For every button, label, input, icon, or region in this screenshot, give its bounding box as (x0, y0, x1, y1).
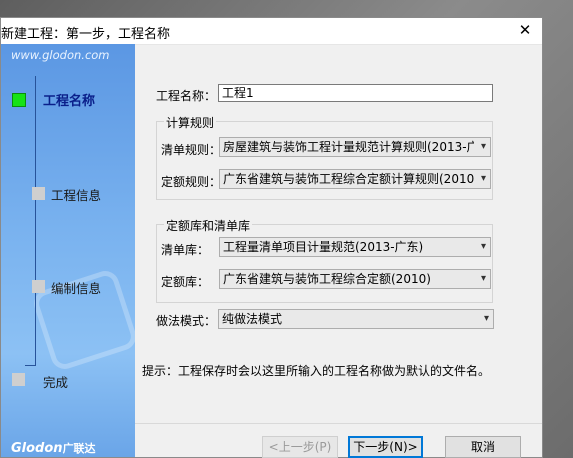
project-name-input[interactable]: 工程1 (218, 84, 493, 102)
libraries-group: 定额库和清单库 清单库： 工程量清单项目计量规范(2013-广东) ▾ 定额库：… (156, 217, 493, 303)
title-bar: 新建工程：第一步，工程名称 ✕ (1, 18, 542, 45)
step-indicator (12, 373, 25, 386)
bill-lib-value: 工程量清单项目计量规范(2013-广东) (223, 240, 424, 254)
method-mode-select[interactable]: 纯做法模式 ▾ (218, 309, 494, 329)
wizard-content: 工程名称： 工程1 计算规则 清单规则： 房屋建筑与装饰工程计量规范计算规则(2… (135, 44, 542, 458)
chevron-down-icon: ▾ (480, 141, 486, 152)
brand-name-cn: 广联达 (62, 442, 96, 455)
step-indicator (32, 280, 45, 293)
button-separator (135, 423, 542, 424)
method-mode-label: 做法模式： (156, 314, 217, 328)
method-mode-value: 纯做法模式 (222, 312, 283, 326)
quota-rule-value: 广东省建筑与装饰工程综合定额计算规则(2010) (223, 172, 474, 186)
close-icon[interactable]: ✕ (514, 20, 536, 40)
quota-rule-select[interactable]: 广东省建筑与装饰工程综合定额计算规则(2010) ▾ (219, 169, 491, 189)
bill-rule-label: 清单规则： (161, 143, 222, 157)
step-label-compile-info: 编制信息 (51, 281, 102, 296)
chevron-down-icon: ▾ (480, 173, 486, 184)
chevron-down-icon: ▾ (483, 313, 489, 324)
brand-name: Glodon (11, 441, 63, 456)
project-name-label: 工程名称： (156, 89, 217, 103)
calc-rules-group: 计算规则 清单规则： 房屋建筑与装饰工程计量规范计算规则(2013-广东) ▾ … (156, 114, 493, 200)
chevron-down-icon: ▾ (480, 241, 486, 252)
hint-text: 提示：工程保存时会以这里所输入的工程名称做为默认的文件名。 (142, 364, 491, 378)
next-step-button[interactable]: 下一步(N)> (348, 436, 423, 458)
step-connector-line (35, 76, 36, 365)
step-connector-tick (25, 365, 36, 366)
step-indicator-active (12, 93, 26, 107)
quota-rule-label: 定额规则： (161, 175, 222, 189)
wizard-sidebar: www.glodon.com 工程名称 工程信息 编制信息 完成 Glodon广… (1, 44, 135, 457)
glodon-brand-logo: Glodon广联达 (11, 440, 96, 456)
step-label-finish: 完成 (43, 375, 69, 390)
libraries-title: 定额库和清单库 (164, 217, 253, 234)
calc-rules-title: 计算规则 (164, 114, 217, 131)
website-text: www.glodon.com (11, 48, 110, 62)
bill-rule-value: 房屋建筑与装饰工程计量规范计算规则(2013-广东) (223, 140, 474, 154)
chevron-down-icon: ▾ (480, 273, 486, 284)
bill-lib-select[interactable]: 工程量清单项目计量规范(2013-广东) ▾ (219, 237, 491, 257)
step-label-project-name: 工程名称 (43, 94, 96, 109)
quota-lib-label: 定额库： (161, 275, 210, 289)
window-title: 新建工程：第一步，工程名称 (1, 27, 171, 42)
bill-lib-label: 清单库： (161, 243, 210, 257)
new-project-wizard-dialog: 新建工程：第一步，工程名称 ✕ www.glodon.com 工程名称 工程信息… (0, 17, 543, 458)
prev-step-button[interactable]: <上一步(P) (262, 436, 338, 458)
quota-lib-select[interactable]: 广东省建筑与装饰工程综合定额(2010) ▾ (219, 269, 491, 289)
quota-lib-value: 广东省建筑与装饰工程综合定额(2010) (223, 272, 431, 286)
step-indicator (32, 187, 45, 200)
bill-rule-select[interactable]: 房屋建筑与装饰工程计量规范计算规则(2013-广东) ▾ (219, 137, 491, 157)
cancel-button[interactable]: 取消 (445, 436, 521, 458)
step-label-project-info: 工程信息 (51, 188, 102, 203)
